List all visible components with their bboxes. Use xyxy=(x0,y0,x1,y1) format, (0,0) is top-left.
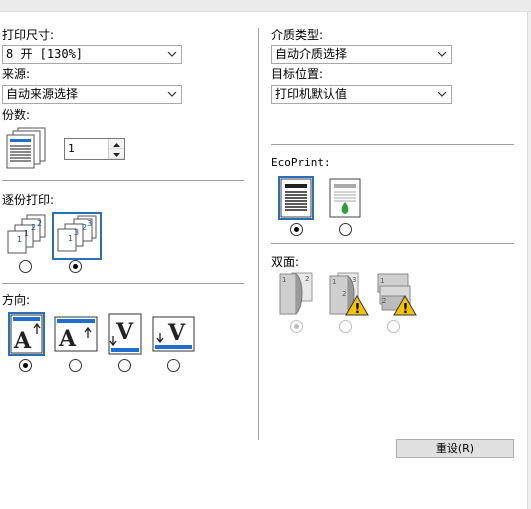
portrait-orientation-icon: A xyxy=(10,314,43,354)
collate-label: 逐份打印: xyxy=(2,193,55,207)
copies-increase-button[interactable] xyxy=(109,139,124,149)
landscape-orientation-icon[interactable]: A xyxy=(54,316,98,352)
svg-text:1: 1 xyxy=(17,235,22,244)
duplex-long-edge-icon: 1 3 2 ! xyxy=(329,272,369,316)
copies-label: 份数: xyxy=(2,108,31,122)
source-label: 来源: xyxy=(2,67,31,81)
svg-text:A: A xyxy=(58,326,77,352)
separator xyxy=(2,283,244,284)
reset-button[interactable]: 重设(R) xyxy=(396,439,514,458)
separator xyxy=(2,180,244,181)
top-strip xyxy=(0,0,531,12)
copies-value: 1 xyxy=(68,142,75,155)
collated-radio[interactable] xyxy=(69,260,82,273)
media-type-value: 自动介质选择 xyxy=(275,47,348,61)
arrow-down-icon xyxy=(113,153,120,157)
svg-text:3: 3 xyxy=(74,228,79,237)
right-edge-scrollbar xyxy=(527,12,531,509)
svg-text:!: ! xyxy=(355,302,361,316)
uncollated-radio[interactable] xyxy=(19,260,32,273)
svg-text:1: 1 xyxy=(380,277,384,285)
separator xyxy=(271,144,514,145)
media-type-select[interactable]: 自动介质选择 xyxy=(271,45,452,64)
ecoprint-label: EcoPrint: xyxy=(271,156,331,169)
column-divider xyxy=(258,28,259,440)
svg-text:V: V xyxy=(167,320,186,346)
svg-text:1: 1 xyxy=(24,229,29,238)
svg-text:3: 3 xyxy=(352,276,356,284)
duplex-short-edge-icon: 1 2 ! xyxy=(377,273,417,316)
svg-text:3: 3 xyxy=(87,219,92,228)
svg-text:2: 2 xyxy=(82,223,87,232)
svg-text:1: 1 xyxy=(68,234,73,243)
destination-value: 打印机默认值 xyxy=(275,87,348,101)
chevron-down-icon xyxy=(437,91,447,97)
orientation-label: 方向: xyxy=(2,293,31,307)
svg-text:1: 1 xyxy=(332,278,336,286)
collate-option-selected[interactable]: 3 2 3 1 xyxy=(52,212,102,260)
paper-size-select[interactable]: 8 开 [130%] xyxy=(2,45,182,64)
svg-text:2: 2 xyxy=(31,223,36,232)
uncollated-icon[interactable]: 2 2 1 1 xyxy=(5,213,49,257)
chevron-down-icon xyxy=(437,51,447,57)
paper-size-label: 打印尺寸: xyxy=(2,28,55,42)
copies-spin-buttons xyxy=(108,139,124,159)
duplex-off-icon: 1 2 xyxy=(279,272,313,315)
collated-icon: 3 2 3 1 xyxy=(57,215,97,252)
reverse-portrait-radio[interactable] xyxy=(118,359,131,372)
ecoprint-off-option[interactable] xyxy=(278,176,314,220)
reverse-portrait-icon[interactable]: V xyxy=(108,313,142,355)
ecoprint-off-radio[interactable] xyxy=(290,223,303,236)
duplex-off-radio[interactable] xyxy=(290,320,303,333)
chevron-down-icon xyxy=(167,51,177,57)
paper-size-value: 8 开 [130%] xyxy=(6,47,84,61)
chevron-down-icon xyxy=(167,91,177,97)
svg-text:2: 2 xyxy=(305,275,309,283)
svg-text:1: 1 xyxy=(282,276,286,284)
svg-text:V: V xyxy=(115,319,134,345)
copies-stepper[interactable]: 1 xyxy=(64,138,125,160)
svg-text:2: 2 xyxy=(342,290,346,298)
duplex-long-edge-radio[interactable] xyxy=(339,320,352,333)
reverse-landscape-radio[interactable] xyxy=(167,359,180,372)
duplex-short-edge-radio[interactable] xyxy=(387,320,400,333)
reverse-landscape-icon[interactable]: V xyxy=(152,316,195,352)
orientation-portrait-option[interactable]: A xyxy=(8,312,45,356)
copies-stack-icon xyxy=(6,127,46,169)
normal-print-icon xyxy=(280,178,312,218)
copies-decrease-button[interactable] xyxy=(109,149,124,159)
duplex-label: 双面: xyxy=(271,255,300,269)
svg-text:2: 2 xyxy=(382,297,386,305)
destination-label: 目标位置: xyxy=(271,67,324,81)
svg-text:2: 2 xyxy=(37,219,42,228)
svg-text:!: ! xyxy=(403,302,409,316)
landscape-radio[interactable] xyxy=(69,359,82,372)
source-select[interactable]: 自动来源选择 xyxy=(2,85,182,104)
ecoprint-icon[interactable] xyxy=(329,178,361,218)
media-type-label: 介质类型: xyxy=(271,28,324,42)
destination-select[interactable]: 打印机默认值 xyxy=(271,85,452,104)
portrait-radio[interactable] xyxy=(19,359,32,372)
ecoprint-on-radio[interactable] xyxy=(339,223,352,236)
separator xyxy=(271,243,514,244)
svg-text:A: A xyxy=(13,328,32,354)
source-value: 自动来源选择 xyxy=(6,87,79,101)
